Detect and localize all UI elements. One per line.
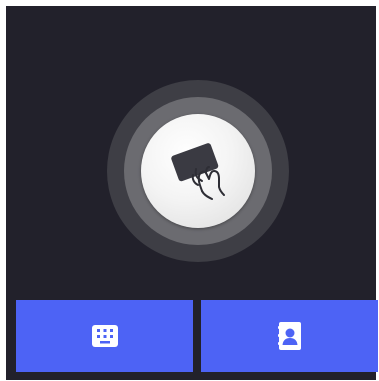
card-reader-button[interactable] [141, 114, 255, 228]
keypad-icon [91, 325, 118, 347]
intercom-screen [6, 6, 378, 380]
card-in-hand-icon [171, 143, 225, 200]
keypad-button[interactable] [16, 300, 193, 372]
reader-outer-ring [107, 80, 289, 262]
contacts-book-icon [277, 322, 301, 350]
contacts-button[interactable] [201, 300, 378, 372]
reader-middle-ring [124, 97, 272, 245]
